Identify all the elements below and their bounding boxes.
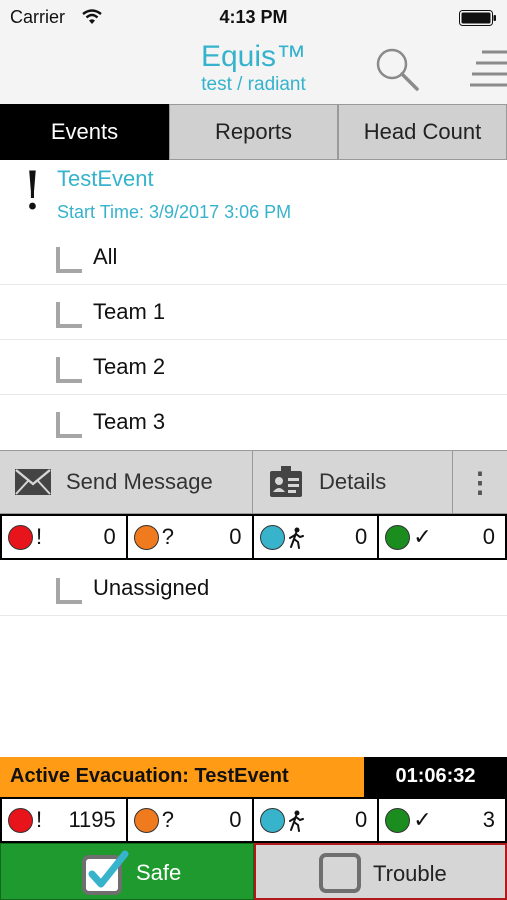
trouble-label: Trouble xyxy=(373,861,447,886)
emergency-symbol: ! xyxy=(36,807,43,832)
tree-branch-icon xyxy=(56,578,82,604)
more-options-button[interactable]: ⋮ xyxy=(453,451,507,513)
alert-icon: ! xyxy=(22,162,43,222)
emergency-symbol: ! xyxy=(36,524,43,549)
team-status-counts: ! 0 ? 0 0 ✓ 0 xyxy=(0,514,507,560)
unknown-symbol: ? xyxy=(161,807,174,832)
safe-count: 0 xyxy=(482,524,495,549)
status-bar: Carrier 4:13 PM xyxy=(0,0,507,36)
team-label: All xyxy=(93,244,118,269)
team-row-all[interactable]: All xyxy=(0,230,507,285)
safe-symbol: ✓ xyxy=(413,524,432,549)
emergency-dot-icon xyxy=(8,808,33,833)
safe-label: Safe xyxy=(136,860,182,885)
status-time: 4:13 PM xyxy=(219,7,288,27)
event-start-time: Start Time: 3/9/2017 3:06 PM xyxy=(57,202,292,222)
unknown-dot-icon xyxy=(133,525,159,550)
total-status-counts: ! 1195 ? 0 0 ✓ 3 xyxy=(0,797,507,843)
team-label: Team 3 xyxy=(93,409,166,434)
send-message-label: Send Message xyxy=(66,469,213,494)
tree-branch-icon xyxy=(56,247,82,273)
total-count-walking[interactable]: 0 xyxy=(254,799,380,841)
walking-person-icon xyxy=(288,810,304,832)
total-count-safe[interactable]: ✓ 3 xyxy=(379,799,505,841)
team-label: Team 2 xyxy=(93,354,166,379)
total-count-unknown[interactable]: ? 0 xyxy=(128,799,254,841)
safe-dot-icon xyxy=(385,808,411,833)
walking-dot-icon xyxy=(259,808,285,833)
emergency-dot-icon xyxy=(8,525,33,550)
tree-branch-icon xyxy=(56,357,82,383)
unknown-count: 0 xyxy=(229,807,242,832)
action-bar: Send Message Details ⋮ xyxy=(0,450,507,514)
event-header[interactable]: ! TestEvent Start Time: 3/9/2017 3:06 PM xyxy=(0,160,507,230)
emergency-count: 0 xyxy=(103,524,116,549)
tab-bar: Events Reports Head Count xyxy=(0,104,507,160)
safe-symbol: ✓ xyxy=(413,807,432,832)
tab-events[interactable]: Events xyxy=(0,104,169,160)
walking-count: 0 xyxy=(355,524,368,549)
walking-person-icon xyxy=(288,527,304,549)
team-row-team-1[interactable]: Team 1 xyxy=(0,285,507,340)
evacuation-timer: 01:06:32 xyxy=(364,757,507,797)
unknown-count: 0 xyxy=(229,524,242,549)
trouble-button[interactable]: Trouble xyxy=(254,843,507,900)
team-row-unassigned[interactable]: Unassigned xyxy=(0,561,507,616)
team-label: Unassigned xyxy=(93,575,210,600)
emergency-count: 1195 xyxy=(68,807,116,832)
app-title: Equis™ xyxy=(200,40,307,73)
count-safe[interactable]: ✓ 0 xyxy=(379,516,505,558)
checkbox-empty-icon xyxy=(319,853,361,893)
tab-reports[interactable]: Reports xyxy=(169,104,338,160)
tab-head-count[interactable]: Head Count xyxy=(338,104,507,160)
tree-branch-icon xyxy=(56,302,82,328)
safe-count: 3 xyxy=(482,807,495,832)
walking-dot-icon xyxy=(259,525,285,550)
team-row-team-2[interactable]: Team 2 xyxy=(0,340,507,395)
safe-button[interactable]: Safe xyxy=(0,843,254,900)
count-walking[interactable]: 0 xyxy=(254,516,380,558)
team-row-team-3[interactable]: Team 3 xyxy=(0,395,507,450)
nav-bar: Equis™ test / radiant xyxy=(0,36,507,104)
menu-icon[interactable] xyxy=(468,46,507,92)
app-subtitle: test / radiant xyxy=(201,74,306,95)
battery-icon xyxy=(459,10,496,26)
envelope-icon xyxy=(15,469,51,495)
status-buttons: Safe Trouble xyxy=(0,843,507,900)
search-icon[interactable] xyxy=(374,46,420,92)
evacuation-label: Active Evacuation: TestEvent xyxy=(0,757,364,797)
checkbox-checked-icon xyxy=(82,850,129,895)
safe-dot-icon xyxy=(385,525,411,550)
event-name[interactable]: TestEvent xyxy=(57,166,154,192)
id-badge-icon xyxy=(270,466,302,497)
unknown-symbol: ? xyxy=(161,524,174,549)
details-button[interactable]: Details xyxy=(253,451,452,513)
unknown-dot-icon xyxy=(133,808,159,833)
team-label: Team 1 xyxy=(93,299,166,324)
details-label: Details xyxy=(319,469,387,494)
active-evacuation-bar[interactable]: Active Evacuation: TestEvent 01:06:32 xyxy=(0,757,507,797)
count-unknown[interactable]: ? 0 xyxy=(128,516,254,558)
send-message-button[interactable]: Send Message xyxy=(0,451,252,513)
total-count-emergency[interactable]: ! 1195 xyxy=(2,799,128,841)
count-emergency[interactable]: ! 0 xyxy=(2,516,128,558)
tree-branch-icon xyxy=(56,412,82,438)
walking-count: 0 xyxy=(355,807,368,832)
